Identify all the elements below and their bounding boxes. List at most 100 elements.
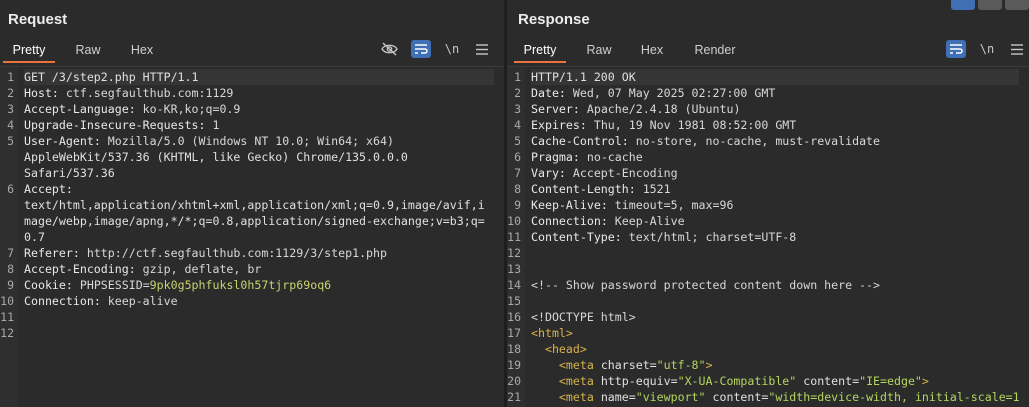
- line-text: <html>: [531, 325, 1019, 341]
- request-tab-hex[interactable]: Hex: [122, 40, 162, 61]
- header-name: Pragma: [531, 150, 573, 164]
- hide-eye-icon[interactable]: [379, 40, 399, 58]
- response-tab-pretty[interactable]: Pretty: [514, 40, 566, 63]
- response-pane: Response Pretty Raw Hex Render \n 1 HTTP/…: [507, 0, 1029, 407]
- line-text: <meta name="viewport" content="width=dev…: [531, 389, 1020, 405]
- response-editor[interactable]: 1 HTTP/1.1 200 OK 2 Date: Wed, 07 May 2025 …: [507, 66, 1029, 407]
- line-number: 8: [7, 262, 14, 276]
- wrap-lines-icon[interactable]: [946, 40, 966, 58]
- line-number: 6: [514, 150, 521, 164]
- code-line: 7 Vary: Accept-Encoding: [507, 165, 1029, 181]
- line-number: 13: [507, 262, 521, 276]
- line-number: 1: [7, 70, 14, 84]
- html-token: "width=device-width, initial-scale=1: [768, 390, 1020, 404]
- line-text: Keep-Alive: timeout=5, max=96: [531, 197, 1019, 213]
- header-name: Upgrade-Insecure-Requests: [24, 118, 199, 132]
- header-name: Date: [531, 86, 559, 100]
- html-token: "utf-8": [656, 358, 706, 372]
- layout-split-button[interactable]: [951, 0, 975, 10]
- header-value: Apache/2.4.18 (Ubuntu): [586, 102, 741, 116]
- request-tab-pretty[interactable]: Pretty: [3, 40, 55, 63]
- code-line: 18 <head>: [507, 341, 1029, 357]
- code-line: 12: [507, 245, 1029, 261]
- header-separator: :: [93, 134, 108, 148]
- header-separator: :: [198, 118, 213, 132]
- cookie-equals: =: [142, 278, 150, 292]
- line-number: 1: [514, 70, 521, 84]
- code-line: 3 Server: Apache/2.4.18 (Ubuntu): [507, 101, 1029, 117]
- line-number: 11: [507, 230, 521, 244]
- header-name: Cache-Control: [531, 134, 622, 148]
- line-text: Date: Wed, 07 May 2025 02:27:00 GMT: [531, 85, 1019, 101]
- html-token: "X-UA-Compatible": [677, 374, 797, 388]
- code-line: 6 Pragma: no-cache: [507, 149, 1029, 165]
- line-number: 4: [7, 118, 14, 132]
- code-line: 5 Cache-Control: no-store, no-cache, must…: [507, 133, 1029, 149]
- code-line: 17 <html>: [507, 325, 1029, 341]
- line-number: 10: [507, 214, 521, 228]
- line-number: 9: [7, 278, 14, 292]
- code-line: 8 Content-Length: 1521: [507, 181, 1029, 197]
- menu-icon[interactable]: [1007, 40, 1027, 58]
- line-text: AppleWebKit/537.36 (KHTML, like Gecko) C…: [24, 150, 408, 164]
- header-value: no-store, no-cache, must-revalidate: [635, 134, 881, 148]
- code-line: 2 Host: ctf.segfaulthub.com:1129: [0, 85, 504, 101]
- layout-tabs-button[interactable]: [1005, 0, 1029, 10]
- wrap-lines-icon[interactable]: [411, 40, 431, 58]
- code-line: 21 <meta name="viewport" content="width=…: [507, 389, 1029, 405]
- code-line: 11: [0, 309, 504, 325]
- newline-toggle-icon[interactable]: \n: [977, 40, 997, 58]
- header-value: no-cache: [586, 150, 643, 164]
- request-editor[interactable]: 1 GET /3/step2.php HTTP/1.1 2 Host: ctf.seg…: [0, 66, 504, 407]
- menu-icon[interactable]: [472, 40, 492, 58]
- html-token: "viewport": [635, 390, 706, 404]
- code-line: mage/webp,image/apng,*/*;q=0.8,applicati…: [0, 213, 504, 229]
- line-text: Cookie: PHPSESSID=9pk0g5phfuksl0h57tjrp6…: [24, 277, 494, 293]
- html-token: [531, 374, 559, 388]
- line-text: Cache-Control: no-store, no-cache, must-…: [531, 133, 1019, 149]
- header-separator: :: [621, 134, 636, 148]
- response-tab-raw[interactable]: Raw: [579, 40, 619, 61]
- request-tab-raw[interactable]: Raw: [68, 40, 108, 61]
- header-separator: :: [128, 262, 143, 276]
- html-token: <meta: [558, 358, 601, 372]
- header-value: keep-alive: [107, 294, 178, 308]
- header-separator: :: [65, 278, 80, 292]
- header-separator: :: [572, 102, 587, 116]
- header-value: text/html; charset=UTF-8: [628, 230, 797, 244]
- code-line: 19 <meta charset="utf-8">: [507, 357, 1029, 373]
- header-value: timeout=5, max=96: [614, 198, 734, 212]
- code-line: 3 Accept-Language: ko-KR,ko;q=0.9: [0, 101, 504, 117]
- line-text: Connection: keep-alive: [24, 293, 494, 309]
- header-name: Referer: [24, 246, 73, 260]
- html-token: <meta: [558, 390, 601, 404]
- header-separator: :: [558, 86, 573, 100]
- html-token: "IE=edge": [859, 374, 922, 388]
- header-separator: :: [128, 102, 143, 116]
- html-token: name=: [600, 390, 636, 404]
- line-text: mage/webp,image/apng,*/*;q=0.8,applicati…: [24, 214, 485, 228]
- line-number: 19: [507, 358, 521, 372]
- html-comment: <!DOCTYPE html>: [531, 310, 636, 324]
- cookie-value: 9pk0g5phfuksl0h57tjrp69oq6: [149, 278, 332, 292]
- line-number: 12: [507, 246, 521, 260]
- header-value: 1: [212, 118, 220, 132]
- header-separator: :: [600, 214, 615, 228]
- line-text: <!-- Show password protected content dow…: [531, 277, 1019, 293]
- line-text: Accept-Encoding: gzip, deflate, br: [24, 261, 494, 277]
- header-name: Server: [531, 102, 573, 116]
- response-tab-render[interactable]: Render: [687, 40, 743, 61]
- line-number: 5: [514, 134, 521, 148]
- layout-horizontal-button[interactable]: [978, 0, 1002, 10]
- code-line: 0.7: [0, 229, 504, 245]
- response-tab-hex[interactable]: Hex: [632, 40, 672, 61]
- line-text: HTTP/1.1 200 OK: [531, 69, 1019, 85]
- line-number: 5: [7, 134, 14, 148]
- line-number: 9: [514, 198, 521, 212]
- line-number: 18: [507, 342, 521, 356]
- newline-toggle-icon[interactable]: \n: [442, 40, 462, 58]
- html-token: <meta: [558, 374, 601, 388]
- code-line: 4 Upgrade-Insecure-Requests: 1: [0, 117, 504, 133]
- line-text: GET /3/step2.php HTTP/1.1: [24, 69, 494, 85]
- header-name: Connection: [24, 294, 94, 308]
